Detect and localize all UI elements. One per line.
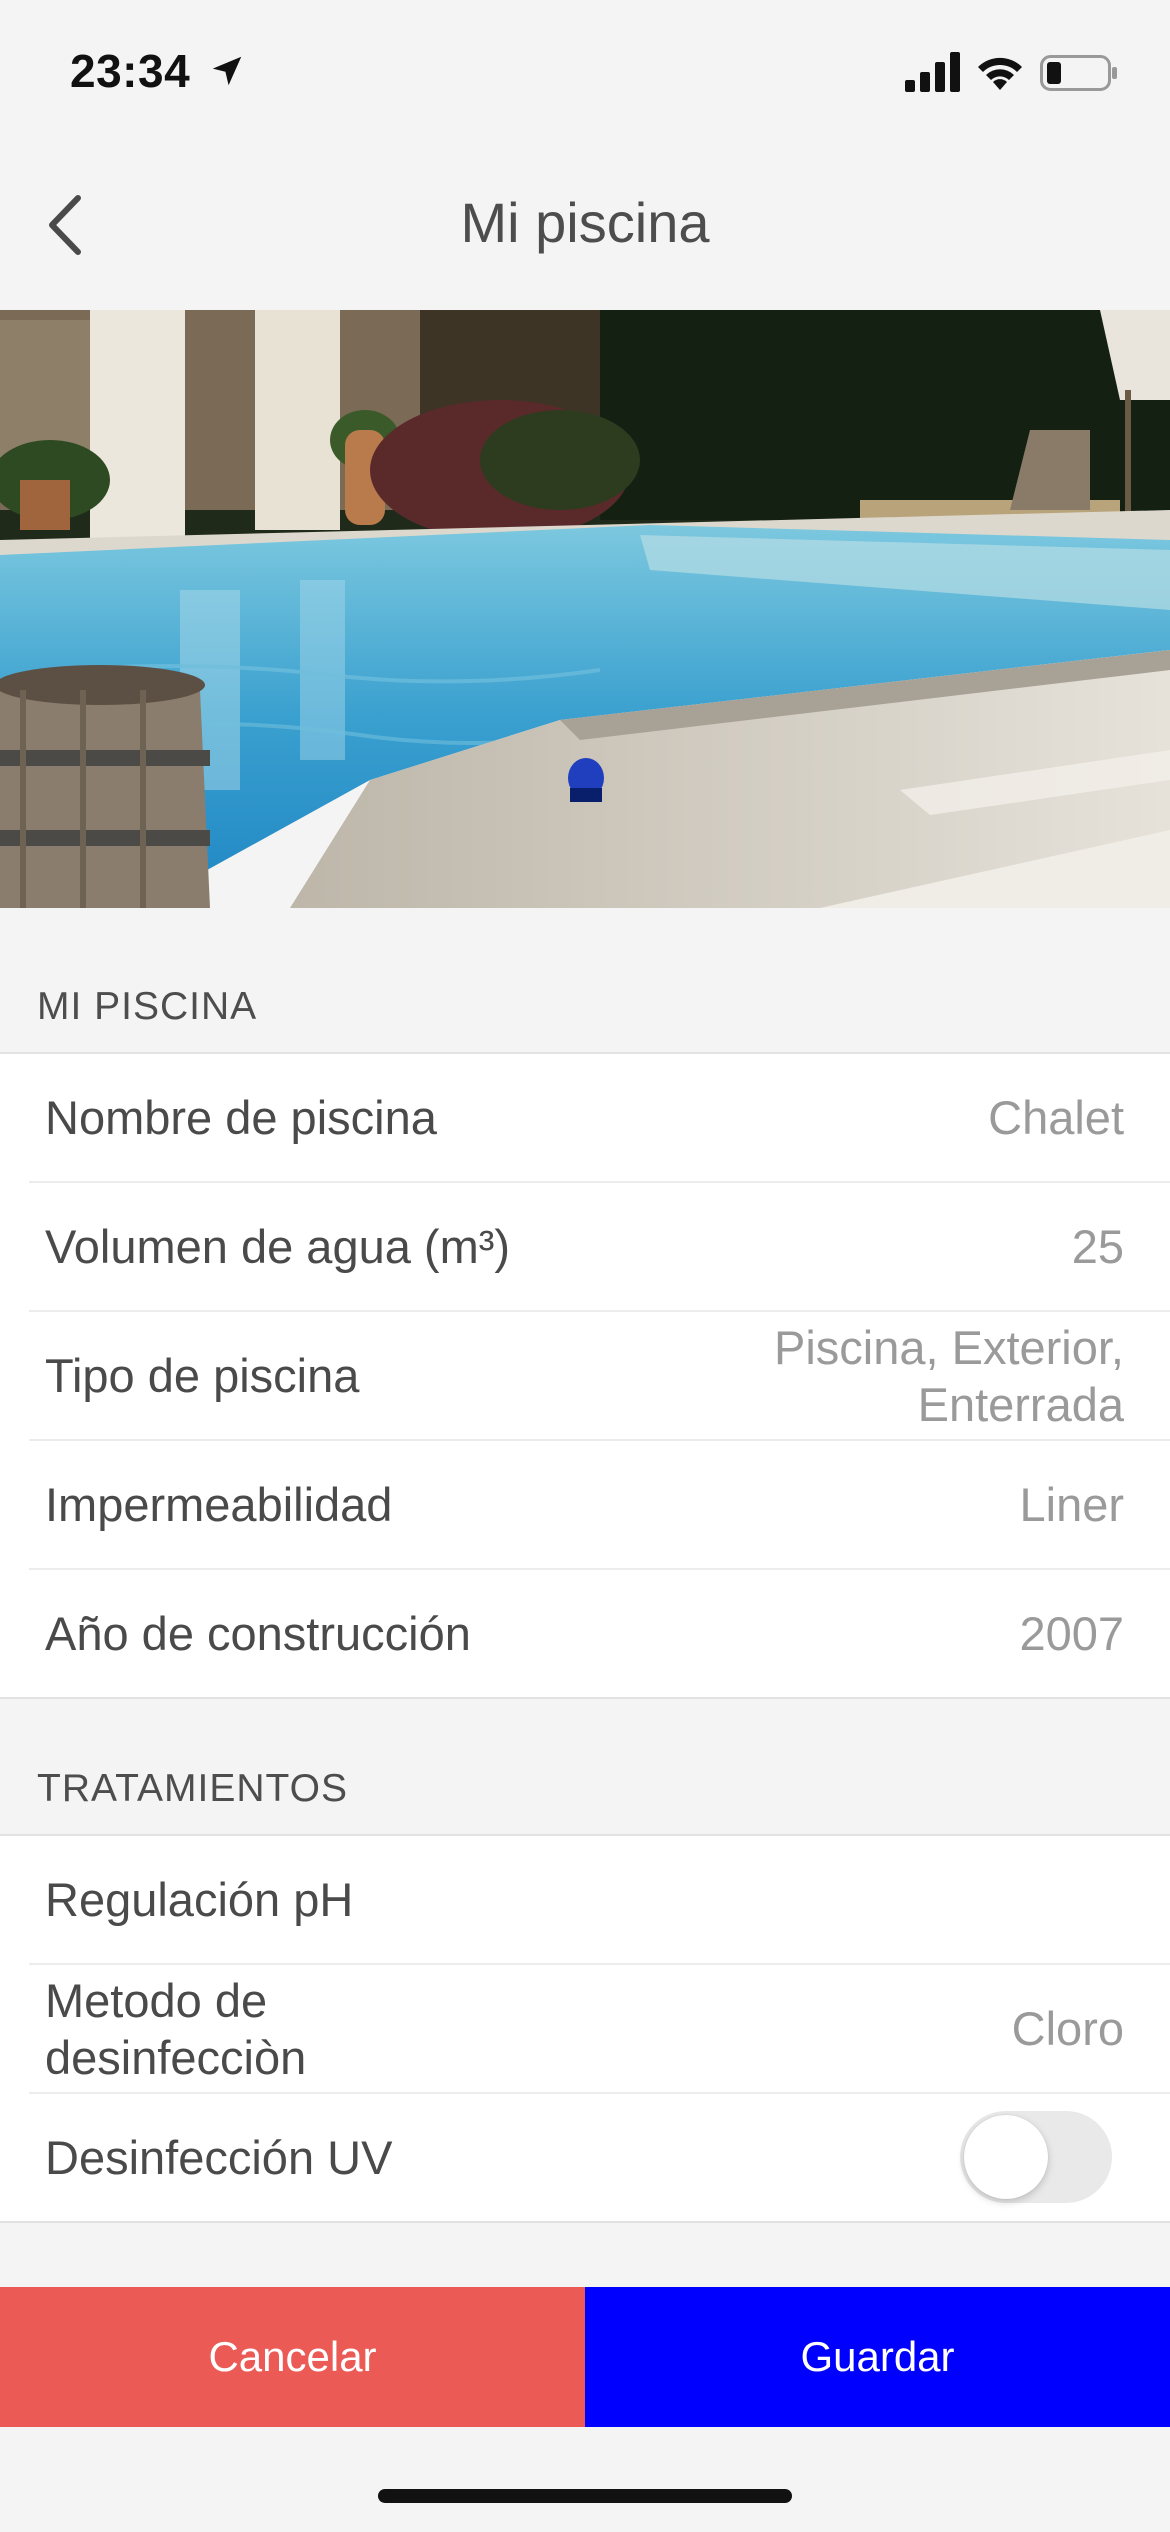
row-value: Piscina, Exterior, Enterrada: [773, 1320, 1124, 1431]
row-value: 25: [1071, 1220, 1124, 1273]
pool-photo: [0, 310, 1170, 908]
pool-photo-illustration: [0, 310, 1170, 908]
row-construction-year[interactable]: Año de construcción 2007: [29, 1570, 1170, 1697]
row-disinfection-method[interactable]: Metodo de desinfecciòn Cloro: [29, 1965, 1170, 2094]
uv-disinfection-toggle[interactable]: [960, 2111, 1112, 2203]
row-label: Año de construcción: [45, 1607, 471, 1660]
row-uv-disinfection: Desinfección UV: [29, 2094, 1170, 2221]
row-pool-name[interactable]: Nombre de piscina Chalet: [29, 1054, 1170, 1183]
home-indicator: [378, 2489, 792, 2503]
row-value: Cloro: [1011, 2002, 1124, 2055]
row-water-volume[interactable]: Volumen de agua (m³) 25: [29, 1183, 1170, 1312]
row-waterproofing[interactable]: Impermeabilidad Liner: [29, 1441, 1170, 1570]
row-label: Volumen de agua (m³): [45, 1220, 511, 1273]
save-button-label: Guardar: [800, 2333, 955, 2380]
row-label: Regulación pH: [45, 1873, 354, 1926]
row-value: 2007: [1019, 1607, 1124, 1660]
row-label: Nombre de piscina: [45, 1091, 437, 1144]
row-value: Liner: [1019, 1478, 1124, 1531]
section-header-treatments: TRATAMIENTOS: [37, 1767, 349, 1810]
row-label: Tipo de piscina: [45, 1349, 360, 1402]
toggle-knob: [964, 2115, 1048, 2199]
wifi-icon: [978, 57, 1022, 90]
cancel-button[interactable]: Cancelar: [0, 2287, 585, 2427]
row-ph-regulation[interactable]: Regulación pH: [29, 1836, 1170, 1965]
row-pool-type[interactable]: Tipo de piscina Piscina, Exterior, Enter…: [29, 1312, 1170, 1441]
battery-icon: [1040, 55, 1117, 91]
status-time: 23:34: [70, 45, 191, 97]
navigation-bar: Mi piscina: [0, 140, 1170, 310]
save-button[interactable]: Guardar: [585, 2287, 1170, 2427]
row-label: Metodo de desinfecciòn: [45, 1973, 307, 2084]
location-arrow-icon: [212, 56, 242, 86]
page-title: Mi piscina: [460, 191, 710, 254]
cellular-signal-icon: [905, 52, 960, 92]
row-label: Impermeabilidad: [45, 1478, 393, 1531]
cancel-button-label: Cancelar: [208, 2333, 377, 2380]
section-header-pool: MI PISCINA: [37, 985, 258, 1028]
status-bar: 23:34: [0, 0, 1170, 140]
row-value: Chalet: [988, 1091, 1124, 1144]
pool-settings-group: Nombre de piscina Chalet Volumen de agua…: [0, 1052, 1170, 1699]
row-label: Desinfección UV: [45, 2131, 393, 2184]
treatments-group: Regulación pH Metodo de desinfecciòn Clo…: [0, 1834, 1170, 2223]
